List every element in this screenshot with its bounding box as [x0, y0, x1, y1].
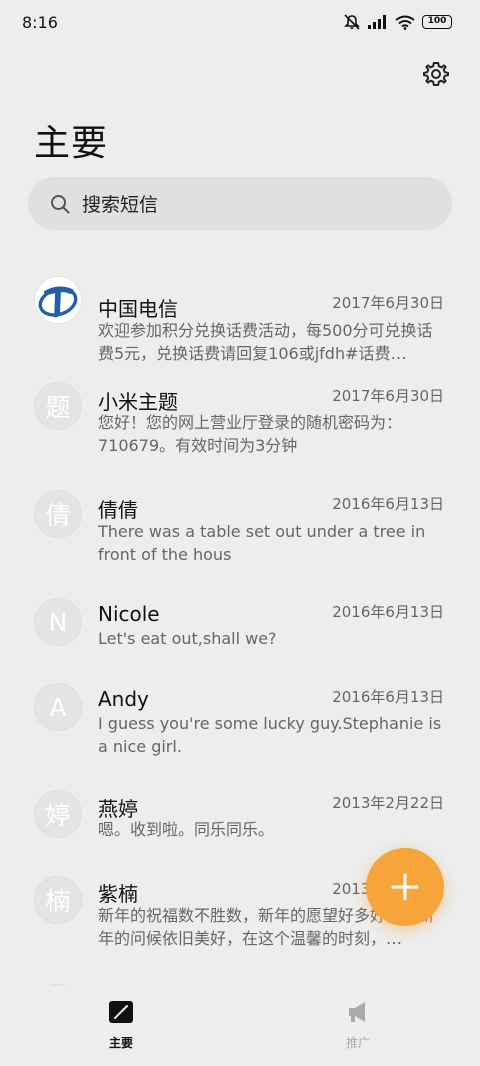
- message-date: 2017年6月30日: [332, 387, 444, 405]
- battery-icon: 100: [422, 15, 452, 29]
- message-row[interactable]: A Andy 2016年6月13日 I guess you're some lu…: [0, 683, 480, 775]
- message-date: 2013年2月22日: [332, 794, 444, 812]
- message-sender: 倩倩: [98, 498, 138, 522]
- message-preview: There was a table set out under a tree i…: [98, 522, 426, 564]
- message-sender: Andy: [98, 687, 149, 711]
- page-title: 主要: [34, 123, 109, 164]
- message-row[interactable]: 中国电信 2017年6月30日 欢迎参加积分兑换话费活动，每500分可兑换话费5…: [0, 276, 480, 368]
- bottom-nav: 主要 推广: [0, 986, 480, 1066]
- compose-icon: [109, 1001, 133, 1023]
- avatar: N: [34, 598, 82, 646]
- message-date: 2016年6月13日: [332, 603, 444, 621]
- mute-icon: [344, 14, 360, 30]
- message-row[interactable]: N Nicole 2016年6月13日 Let's eat out,shall …: [0, 598, 480, 670]
- message-row[interactable]: 倩 倩倩 2016年6月13日 There was a table set ou…: [0, 490, 480, 582]
- signal-icon: [368, 15, 386, 29]
- search-input[interactable]: 搜索短信: [28, 177, 452, 230]
- gear-icon[interactable]: [422, 60, 450, 88]
- status-bar: 8:16 100: [0, 0, 480, 44]
- avatar: [34, 276, 82, 324]
- message-row[interactable]: 题 小米主题 2017年6月30日 您好！您的网上营业厅登录的随机密码为：710…: [0, 382, 480, 474]
- message-date: 2016年6月13日: [332, 688, 444, 706]
- search-icon: [51, 194, 70, 213]
- tab-home[interactable]: 主要: [81, 1000, 161, 1051]
- message-preview: 您好！您的网上营业厅登录的随机密码为：710679。有效时间为3分钟: [98, 413, 403, 455]
- message-preview: 嗯。收到啦。同乐同乐。: [98, 820, 275, 839]
- avatar: 题: [34, 382, 82, 430]
- search-placeholder: 搜索短信: [82, 194, 159, 216]
- message-date: 2017年6月30日: [332, 294, 444, 312]
- message-sender: 中国电信: [98, 297, 178, 321]
- china-telecom-logo-icon: [38, 286, 78, 318]
- message-preview: 欢迎参加积分兑换话费活动，每500分可兑换话费5元，兑换话费请回复106或jfd…: [98, 321, 433, 363]
- status-icons: 100: [343, 14, 452, 30]
- tab-home-label: 主要: [108, 1036, 133, 1050]
- message-date: 2016年6月13日: [332, 495, 444, 513]
- status-time: 8:16: [22, 12, 58, 32]
- tab-promotions-label: 推广: [345, 1036, 370, 1050]
- avatar: A: [34, 683, 82, 731]
- avatar: 楠: [34, 876, 82, 924]
- wifi-icon: [395, 15, 415, 30]
- megaphone-icon: [349, 1002, 365, 1022]
- message-preview: I guess you're some lucky guy.Stephanie …: [98, 714, 442, 756]
- message-preview: Let's eat out,shall we?: [98, 629, 277, 648]
- plus-icon: [391, 873, 419, 901]
- message-sender: 紫楠: [98, 882, 138, 906]
- new-message-button[interactable]: [366, 848, 444, 926]
- avatar: 倩: [34, 490, 82, 538]
- message-sender: Nicole: [98, 602, 160, 626]
- avatar: 婷: [34, 790, 82, 838]
- tab-promotions[interactable]: 推广: [318, 1000, 398, 1051]
